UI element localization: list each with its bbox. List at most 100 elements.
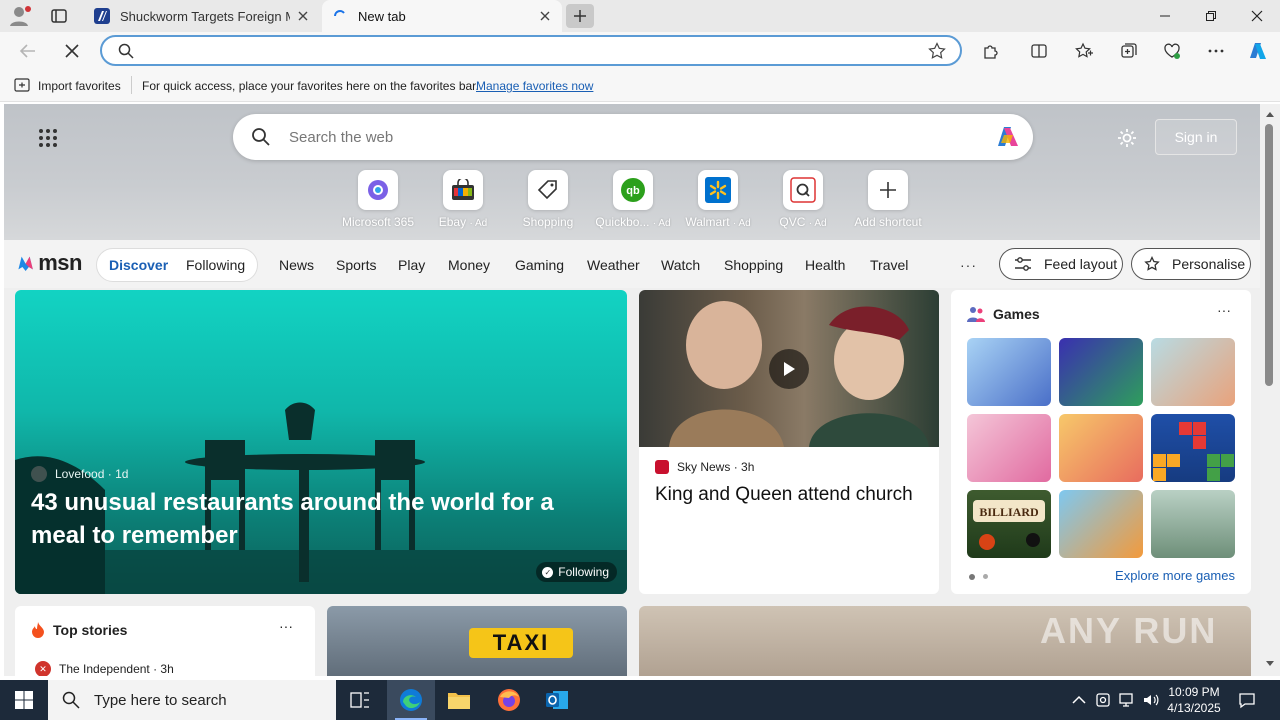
close-window-button[interactable] (1234, 0, 1280, 32)
extensions-icon[interactable] (982, 42, 1000, 60)
game-tile-blocks[interactable] (1151, 414, 1235, 482)
profile-icon[interactable] (8, 5, 32, 27)
nav-gaming[interactable]: Gaming (515, 257, 564, 273)
shortcut-ebay[interactable]: Ebay · Ad (421, 170, 505, 229)
split-screen-icon[interactable] (1030, 42, 1048, 60)
task-view-button[interactable] (336, 680, 384, 720)
shortcut-quickbooks[interactable]: qb Quickbo... · Ad (591, 170, 675, 229)
scroll-down-icon[interactable] (1265, 660, 1275, 668)
top-stories-header: Top stories (31, 622, 127, 638)
scroll-up-icon[interactable] (1265, 110, 1275, 118)
page-scrollbar[interactable] (1260, 104, 1280, 676)
back-arrow-icon[interactable] (18, 41, 38, 61)
game-tile-makeup[interactable] (967, 338, 1051, 406)
tab-new-tab[interactable]: New tab (322, 0, 562, 32)
tab-actions-icon[interactable] (50, 7, 68, 25)
restore-button[interactable] (1188, 0, 1234, 32)
anyrun-watermark: ANY RUN (1040, 610, 1218, 651)
network-icon[interactable] (1118, 691, 1136, 709)
search-icon (62, 691, 80, 709)
carousel-indicator[interactable] (969, 574, 996, 580)
news-headline[interactable]: King and Queen attend church (655, 482, 925, 508)
scrollbar-thumb[interactable] (1265, 124, 1273, 386)
nav-sports[interactable]: Sports (336, 257, 376, 273)
msn-logo[interactable]: msn (16, 250, 82, 276)
settings-gear-icon[interactable] (1116, 127, 1138, 149)
clock-time: 10:09 PM (1168, 685, 1220, 699)
taskbar-file-explorer[interactable] (435, 680, 483, 720)
game-tile-billiard[interactable]: BILLIARD (967, 490, 1051, 558)
article-source: Sky News · 3h (655, 460, 754, 474)
taxi-article-card[interactable]: TAXI (327, 606, 627, 676)
nav-health[interactable]: Health (805, 257, 845, 273)
manage-favorites-link[interactable]: Manage favorites now (476, 79, 593, 93)
tab-shuckworm[interactable]: Shuckworm Targets Foreign Milit (84, 0, 320, 32)
shortcut-shopping[interactable]: Shopping (506, 170, 590, 229)
device-icon[interactable] (1094, 691, 1112, 709)
favorite-star-icon[interactable] (928, 42, 946, 60)
minimize-button[interactable] (1142, 0, 1188, 32)
top-stories-more-button[interactable]: ··· (279, 618, 293, 634)
hero-headline[interactable]: 43 unusual restaurants around the world … (31, 486, 611, 552)
nav-news[interactable]: News (279, 257, 314, 273)
shortcut-add[interactable]: Add shortcut (846, 170, 930, 229)
hero-article-card[interactable]: Lovefood · 1d 43 unusual restaurants aro… (15, 290, 627, 594)
shortcut-label: Microsoft 365 (341, 215, 415, 229)
game-tile-fashion[interactable] (1059, 414, 1143, 482)
nav-play[interactable]: Play (398, 257, 425, 273)
taskbar-search-box[interactable]: Type here to search (48, 680, 336, 720)
more-menu-icon[interactable] (1207, 42, 1225, 60)
browser-essentials-icon[interactable] (1163, 42, 1181, 60)
tab-following[interactable]: Following (186, 257, 245, 273)
game-tile-police-car[interactable] (1151, 490, 1235, 558)
new-tab-button[interactable] (566, 4, 594, 28)
explore-more-games-link[interactable]: Explore more games (1115, 568, 1235, 583)
sparkle-star-icon (1144, 256, 1160, 271)
shortcut-microsoft-365[interactable]: Microsoft 365 (336, 170, 420, 229)
close-tab-icon[interactable] (296, 9, 310, 23)
games-more-button[interactable]: ··· (1217, 302, 1231, 318)
web-search-box[interactable]: Search the web (233, 114, 1033, 160)
taskbar-outlook[interactable] (533, 680, 581, 720)
tab-title: New tab (358, 8, 406, 24)
address-bar[interactable] (100, 35, 962, 66)
sign-in-button[interactable]: Sign in (1155, 119, 1237, 155)
news-article-card[interactable]: Sky News · 3h King and Queen attend chur… (639, 290, 939, 594)
play-video-button[interactable] (769, 349, 809, 389)
nav-money[interactable]: Money (448, 257, 490, 273)
app-launcher-icon[interactable] (38, 128, 58, 148)
nav-more-button[interactable]: ··· (960, 257, 977, 273)
msn-navigation: msn Discover Following News Sports Play … (4, 240, 1260, 288)
top-stories-title: Top stories (53, 622, 128, 638)
stop-loading-icon[interactable] (62, 41, 82, 61)
shortcut-qvc[interactable]: QVC · Ad (761, 170, 845, 229)
tab-discover[interactable]: Discover (109, 257, 168, 273)
game-tile-jewels[interactable] (1059, 338, 1143, 406)
favorites-icon[interactable] (1075, 42, 1093, 60)
following-badge[interactable]: ✓ Following (536, 562, 617, 582)
shortcut-walmart[interactable]: Walmart · Ad (676, 170, 760, 229)
start-button[interactable] (0, 680, 48, 720)
game-tile-hospital[interactable] (1151, 338, 1235, 406)
nav-weather[interactable]: Weather (587, 257, 640, 273)
game-tile-runner[interactable] (1059, 490, 1143, 558)
personalise-button[interactable]: Personalise (1131, 248, 1251, 280)
windows-logo-icon (15, 691, 33, 709)
system-clock[interactable]: 10:09 PM 4/13/2025 (1166, 684, 1222, 716)
nav-travel[interactable]: Travel (870, 257, 908, 273)
import-favorites-button[interactable]: Import favorites (38, 79, 121, 93)
show-hidden-icons-chevron-icon[interactable] (1070, 691, 1088, 709)
feed-layout-button[interactable]: Feed layout (999, 248, 1123, 280)
taskbar-firefox[interactable] (485, 680, 533, 720)
story-source-row[interactable]: ✕ The Independent · 3h (35, 661, 174, 676)
taskbar-edge[interactable] (387, 680, 435, 720)
close-tab-icon[interactable] (538, 9, 552, 23)
volume-icon[interactable] (1142, 691, 1160, 709)
game-tile-dressup[interactable] (967, 414, 1051, 482)
nav-watch[interactable]: Watch (661, 257, 700, 273)
copilot-icon[interactable] (1246, 40, 1270, 62)
notifications-icon[interactable] (1238, 691, 1256, 709)
collections-icon[interactable] (1120, 42, 1138, 60)
nav-shopping[interactable]: Shopping (724, 257, 783, 273)
copilot-icon[interactable] (993, 123, 1023, 151)
